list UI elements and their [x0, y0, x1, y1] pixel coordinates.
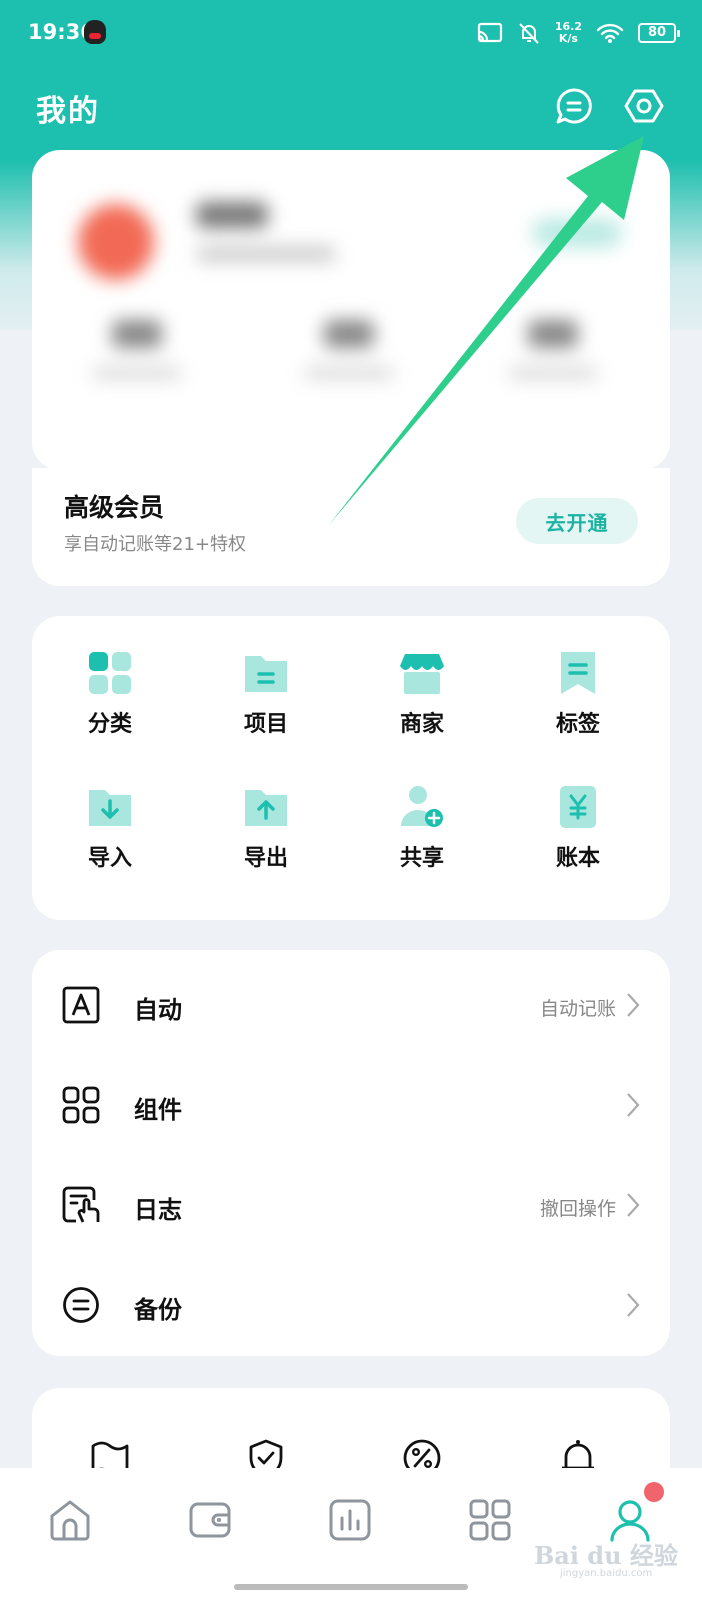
- stat-label-blurred: [92, 366, 182, 380]
- grid-label: 导出: [243, 846, 288, 871]
- apps-icon[interactable]: [468, 1498, 512, 1542]
- qq-notification-icon: [84, 20, 106, 44]
- tag-icon: [561, 652, 595, 694]
- grid-item-share[interactable]: 共享: [362, 784, 482, 904]
- profile-blurred-content: [32, 150, 670, 470]
- page-title: 我的: [36, 94, 100, 129]
- grid-label: 分类: [87, 712, 132, 737]
- stat-label-blurred: [304, 366, 394, 380]
- stat-label-blurred: [508, 366, 598, 380]
- backup-icon: [63, 1287, 99, 1323]
- battery-indicator: 80: [638, 23, 680, 43]
- wifi-icon: [596, 23, 624, 43]
- list-row-auto[interactable]: 自动 自动记账: [32, 954, 670, 1054]
- grid-item-ledger[interactable]: 账本: [518, 784, 638, 904]
- stat-value-blurred: [528, 320, 578, 348]
- user-sub-blurred: [196, 246, 336, 262]
- grid-label: 项目: [243, 712, 288, 737]
- grid-label: 导入: [87, 846, 132, 871]
- user-name-blurred: [196, 202, 268, 228]
- settings-button[interactable]: [624, 86, 664, 126]
- watermark: Bai du 经验: [534, 1541, 678, 1570]
- grid-label: 标签: [555, 712, 600, 737]
- settings-list-card: 自动 自动记账 组件 日志 撤回操作 备份: [32, 950, 670, 1356]
- grid-label: 商家: [399, 712, 444, 737]
- list-right-text: 撤回操作: [539, 1198, 616, 1220]
- cast-icon: [477, 22, 502, 43]
- auto-a-icon: [62, 986, 100, 1024]
- vip-card[interactable]: 高级会员 享自动记账等21+特权 去开通: [32, 468, 670, 586]
- grid-item-import[interactable]: 导入: [50, 784, 170, 904]
- stat-value-blurred: [324, 320, 374, 348]
- share-user-icon: [401, 786, 443, 827]
- home-indicator[interactable]: [234, 1584, 468, 1590]
- grid-item-project[interactable]: 项目: [206, 650, 326, 770]
- list-label: 日志: [134, 1196, 182, 1224]
- profile-card[interactable]: [32, 150, 670, 470]
- list-row-log[interactable]: 日志 撤回操作: [32, 1154, 670, 1254]
- grid-label: 账本: [555, 846, 600, 871]
- chevron-right-icon: [627, 1293, 640, 1317]
- store-icon: [400, 654, 444, 694]
- wallet-icon[interactable]: [188, 1498, 232, 1542]
- chevron-right-icon: [627, 1193, 640, 1217]
- status-bar: 19:36 16.2 K/s 80: [0, 0, 702, 62]
- chevron-right-icon: [627, 1093, 640, 1117]
- watermark-url: jingyan.baidu.com: [560, 1568, 653, 1579]
- profile-pill-blurred[interactable]: [532, 218, 622, 248]
- home-icon[interactable]: [48, 1498, 92, 1542]
- import-icon: [89, 790, 131, 826]
- feature-grid-card: 分类 项目 商家 标签 导入 导出 共享 账本: [32, 616, 670, 920]
- list-row-widgets[interactable]: 组件: [32, 1054, 670, 1154]
- mute-bell-icon: [519, 23, 539, 44]
- list-label: 自动: [134, 996, 182, 1024]
- category-icon: [89, 652, 131, 694]
- list-right-text: 自动记账: [539, 998, 616, 1020]
- log-icon: [62, 1186, 100, 1223]
- bottom-tab-bar: [0, 1468, 702, 1600]
- notification-badge: [644, 1482, 664, 1502]
- project-icon: [245, 656, 287, 692]
- grid-item-store[interactable]: 商家: [362, 650, 482, 770]
- message-button[interactable]: [554, 86, 594, 126]
- chart-icon[interactable]: [328, 1498, 372, 1542]
- stat-value-blurred: [112, 320, 162, 348]
- vip-title: 高级会员: [64, 493, 165, 522]
- grid-label: 共享: [399, 846, 444, 871]
- chevron-right-icon: [627, 993, 640, 1017]
- grid-item-tag[interactable]: 标签: [518, 650, 638, 770]
- net-speed: 16.2 K/s: [555, 21, 582, 45]
- grid-item-category[interactable]: 分类: [50, 650, 170, 770]
- grid-item-export[interactable]: 导出: [206, 784, 326, 904]
- list-label: 备份: [134, 1296, 182, 1324]
- export-icon: [245, 790, 287, 826]
- vip-open-button[interactable]: 去开通: [516, 498, 638, 544]
- widgets-icon: [62, 1086, 100, 1124]
- avatar[interactable]: [78, 204, 154, 280]
- vip-subtitle: 享自动记账等21+特权: [64, 534, 246, 555]
- list-label: 组件: [134, 1096, 182, 1124]
- list-row-backup[interactable]: 备份: [32, 1254, 670, 1354]
- ledger-icon: [560, 786, 596, 828]
- net-speed-unit: K/s: [558, 32, 578, 45]
